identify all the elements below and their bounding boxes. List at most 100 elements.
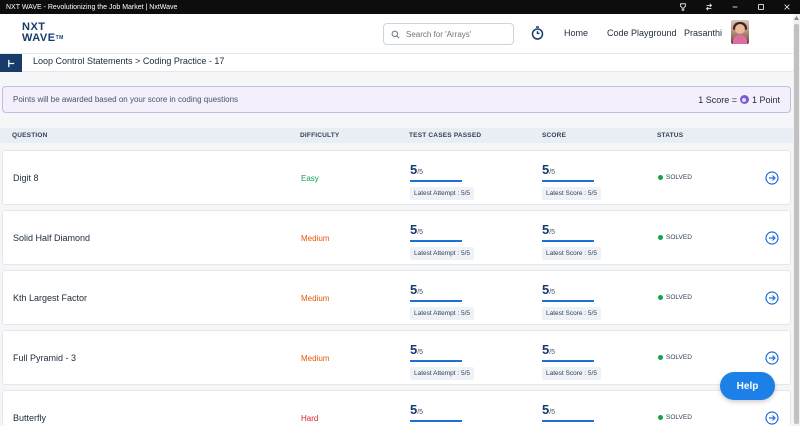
breadcrumb[interactable]: Loop Control Statements > Coding Practic… [33, 56, 224, 66]
breadcrumb-bar: Loop Control Statements > Coding Practic… [0, 54, 793, 72]
avatar[interactable] [731, 20, 749, 44]
latest-score: Latest Score : 5/5 [542, 187, 601, 200]
sidebar-toggle-icon [7, 59, 14, 67]
header-score: SCORE [542, 132, 567, 139]
table-header: QUESTION DIFFICULTY TEST CASES PASSED SC… [0, 128, 793, 143]
score-total: /5 [549, 289, 556, 296]
sidebar-toggle-button[interactable] [0, 54, 22, 72]
search-input[interactable] [406, 29, 506, 39]
latest-score: Latest Score : 5/5 [542, 307, 601, 320]
table-row[interactable]: Digit 8 Easy 5/5 Latest Attempt : 5/5 5/… [2, 150, 791, 205]
nxtwave-logo[interactable]: NXT WAVETM [22, 22, 66, 48]
question-name[interactable]: Butterfly [13, 413, 46, 423]
tests-progress-bar [410, 180, 462, 182]
status-dot [658, 235, 663, 240]
table-row[interactable]: Full Pyramid - 3 Medium 5/5 Latest Attem… [2, 330, 791, 385]
nav-home-link[interactable]: Home [564, 28, 588, 38]
score: 5/5 Latest Score : 5/5 [542, 281, 601, 320]
nav-code-playground-link[interactable]: Code Playground [607, 28, 677, 38]
table-row[interactable]: Butterfly Hard 5/5 5/5 SOLVED [2, 390, 791, 426]
question-name[interactable]: Solid Half Diamond [13, 233, 90, 243]
status-badge: SOLVED [658, 234, 692, 241]
tests-passed: 5/5 [410, 401, 462, 422]
logo-tm: TM [55, 35, 64, 41]
user-name[interactable]: Prasanthi [684, 28, 722, 38]
score-total: /5 [549, 229, 556, 236]
score-total: /5 [549, 409, 556, 416]
score-total: /5 [549, 169, 556, 176]
status-dot [658, 415, 663, 420]
status-text: SOLVED [666, 294, 692, 301]
maximize-icon[interactable] [748, 0, 774, 14]
score-progress-bar [542, 300, 594, 302]
tests-progress-bar [410, 360, 462, 362]
tests-passed-total: /5 [417, 409, 424, 416]
tests-passed: 5/5 Latest Attempt : 5/5 [410, 161, 475, 200]
close-icon[interactable] [774, 0, 800, 14]
status-dot [658, 295, 663, 300]
window-titlebar: NXT WAVE - Revolutionizing the Job Marke… [0, 0, 800, 14]
pin-icon[interactable] [670, 0, 696, 14]
status-text: SOLVED [666, 174, 692, 181]
point-coin-icon [739, 95, 749, 104]
difficulty-label: Medium [301, 234, 330, 243]
avatar-body [733, 35, 747, 44]
question-name[interactable]: Kth Largest Factor [13, 293, 87, 303]
points-conversion: 1 Score = 1 Point [698, 95, 780, 105]
question-name[interactable]: Full Pyramid - 3 [13, 353, 76, 363]
help-button[interactable]: Help [720, 372, 775, 400]
status-badge: SOLVED [658, 174, 692, 181]
tests-passed: 5/5 Latest Attempt : 5/5 [410, 341, 475, 380]
tests-progress-bar [410, 240, 462, 242]
latest-attempt: Latest Attempt : 5/5 [410, 307, 475, 320]
tests-passed-total: /5 [417, 169, 424, 176]
arrow-right-circle-icon[interactable] [765, 231, 779, 245]
site-header: NXT WAVETM Home Code Playground Prasanth… [0, 14, 793, 54]
header-status: STATUS [657, 132, 684, 139]
tests-passed: 5/5 Latest Attempt : 5/5 [410, 281, 475, 320]
difficulty-label: Medium [301, 354, 330, 363]
logo-line2: WAVETM [22, 33, 66, 44]
status-text: SOLVED [666, 234, 692, 241]
search-box[interactable] [383, 23, 514, 45]
arrow-right-circle-icon[interactable] [765, 171, 779, 185]
timer-icon[interactable] [531, 26, 544, 40]
arrow-right-circle-icon[interactable] [765, 411, 779, 425]
arrow-right-circle-icon[interactable] [765, 351, 779, 365]
points-banner-message: Points will be awarded based on your sco… [13, 95, 239, 104]
point-label: 1 Point [751, 94, 780, 105]
avatar-face [735, 24, 745, 34]
score: 5/5 Latest Score : 5/5 [542, 161, 601, 200]
score-progress-bar [542, 240, 594, 242]
scrollbar-thumb[interactable] [794, 24, 799, 424]
question-name[interactable]: Digit 8 [13, 173, 39, 183]
score-progress-bar [542, 360, 594, 362]
score-progress-bar [542, 420, 594, 422]
score-label: 1 Score = [698, 94, 737, 105]
table-row[interactable]: Solid Half Diamond Medium 5/5 Latest Att… [2, 210, 791, 265]
tests-progress-bar [410, 420, 462, 422]
minimize-icon[interactable] [722, 0, 748, 14]
arrow-right-circle-icon[interactable] [765, 291, 779, 305]
scroll-up-icon[interactable] [794, 16, 799, 20]
status-dot [658, 355, 663, 360]
page-scrollbar[interactable] [793, 14, 800, 426]
difficulty-label: Hard [301, 414, 319, 423]
tests-passed-total: /5 [417, 289, 424, 296]
latest-attempt: Latest Attempt : 5/5 [410, 187, 475, 200]
difficulty-label: Medium [301, 294, 330, 303]
latest-attempt: Latest Attempt : 5/5 [410, 247, 475, 260]
swap-icon[interactable] [696, 0, 722, 14]
latest-attempt: Latest Attempt : 5/5 [410, 367, 475, 380]
score: 5/5 Latest Score : 5/5 [542, 221, 601, 260]
search-icon [391, 30, 400, 38]
score-total: /5 [549, 349, 556, 356]
header-tests: TEST CASES PASSED [409, 132, 482, 139]
tests-passed-total: /5 [417, 349, 424, 356]
score: 5/5 Latest Score : 5/5 [542, 341, 601, 380]
latest-score: Latest Score : 5/5 [542, 367, 601, 380]
table-row[interactable]: Kth Largest Factor Medium 5/5 Latest Att… [2, 270, 791, 325]
logo-line2-text: WAVE [22, 32, 56, 44]
status-text: SOLVED [666, 354, 692, 361]
status-text: SOLVED [666, 414, 692, 421]
